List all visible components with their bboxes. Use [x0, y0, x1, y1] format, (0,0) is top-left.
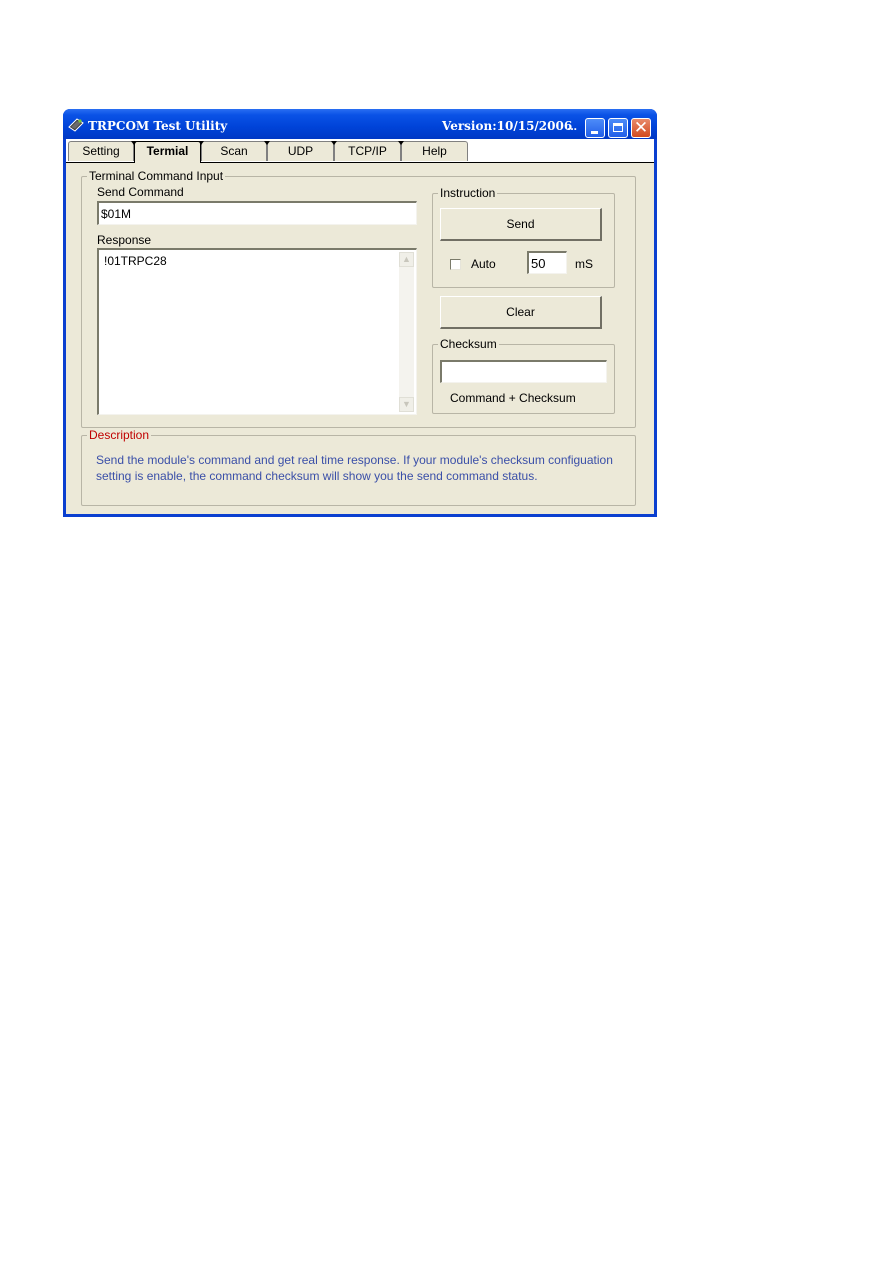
checksum-group-label: Checksum	[438, 337, 499, 351]
client-area: Setting Termial Scan UDP TCP/IP Help Ter…	[66, 139, 654, 514]
tab-label: Scan	[220, 144, 248, 158]
checksum-caption: Command + Checksum	[450, 391, 576, 405]
instruction-group-label: Instruction	[438, 186, 498, 200]
chevron-down-icon: ▼	[402, 399, 411, 409]
minimize-icon	[591, 131, 598, 134]
chevron-up-icon: ▲	[402, 254, 411, 264]
tab-notch-icon	[131, 141, 137, 145]
clear-button[interactable]: Clear	[440, 296, 602, 329]
ellipsis: ...	[567, 119, 578, 133]
response-label: Response	[97, 233, 152, 247]
minimize-button[interactable]	[585, 118, 605, 138]
close-icon: ✕	[633, 118, 649, 138]
response-scrollbar[interactable]: ▲ ▼	[399, 252, 414, 412]
tab-setting[interactable]: Setting	[68, 141, 134, 161]
interval-unit-label: mS	[575, 257, 593, 271]
checksum-input[interactable]	[440, 360, 607, 383]
tab-notch-icon	[398, 141, 404, 145]
auto-checkbox[interactable]	[450, 259, 461, 270]
tab-strip: Setting Termial Scan UDP TCP/IP Help	[66, 139, 654, 163]
tab-termial[interactable]: Termial	[131, 141, 201, 163]
maximize-icon	[613, 123, 623, 132]
terminal-group-label: Terminal Command Input	[87, 169, 226, 183]
tab-notch-icon	[264, 141, 270, 145]
window-title: TRPCOM Test Utility	[88, 119, 228, 133]
app-window: TRPCOM Test Utility Version:10/15/2006 .…	[63, 109, 657, 517]
tab-notch-icon	[331, 141, 337, 145]
tab-tcpip[interactable]: TCP/IP	[331, 141, 401, 161]
tab-scan[interactable]: Scan	[198, 141, 267, 161]
tab-label: TCP/IP	[348, 144, 387, 158]
scroll-down-button[interactable]: ▼	[399, 397, 414, 412]
description-group: Description Send the module's command an…	[81, 428, 636, 506]
send-button[interactable]: Send	[440, 208, 602, 241]
interval-input[interactable]	[527, 251, 567, 274]
close-button[interactable]: ✕	[631, 118, 651, 138]
response-output[interactable]: !01TRPC28 ▲ ▼	[97, 248, 417, 415]
app-chip-icon	[68, 118, 84, 132]
scroll-up-button[interactable]: ▲	[399, 252, 414, 267]
tab-label: UDP	[287, 144, 314, 158]
title-bar[interactable]: TRPCOM Test Utility Version:10/15/2006 .…	[63, 109, 657, 139]
tab-label: Help	[422, 144, 447, 158]
version-label: Version:10/15/2006	[442, 119, 573, 133]
auto-label: Auto	[471, 257, 496, 271]
send-command-input[interactable]	[97, 201, 417, 225]
maximize-button[interactable]	[608, 118, 628, 138]
tab-help[interactable]: Help	[398, 141, 468, 161]
response-text: !01TRPC28	[104, 254, 167, 268]
tab-udp[interactable]: UDP	[264, 141, 334, 161]
send-command-label: Send Command	[97, 185, 184, 199]
tab-label: Termial	[146, 144, 189, 158]
description-group-label: Description	[87, 428, 152, 442]
description-text: Send the module's command and get real t…	[96, 453, 613, 483]
tab-label: Setting	[82, 144, 120, 158]
